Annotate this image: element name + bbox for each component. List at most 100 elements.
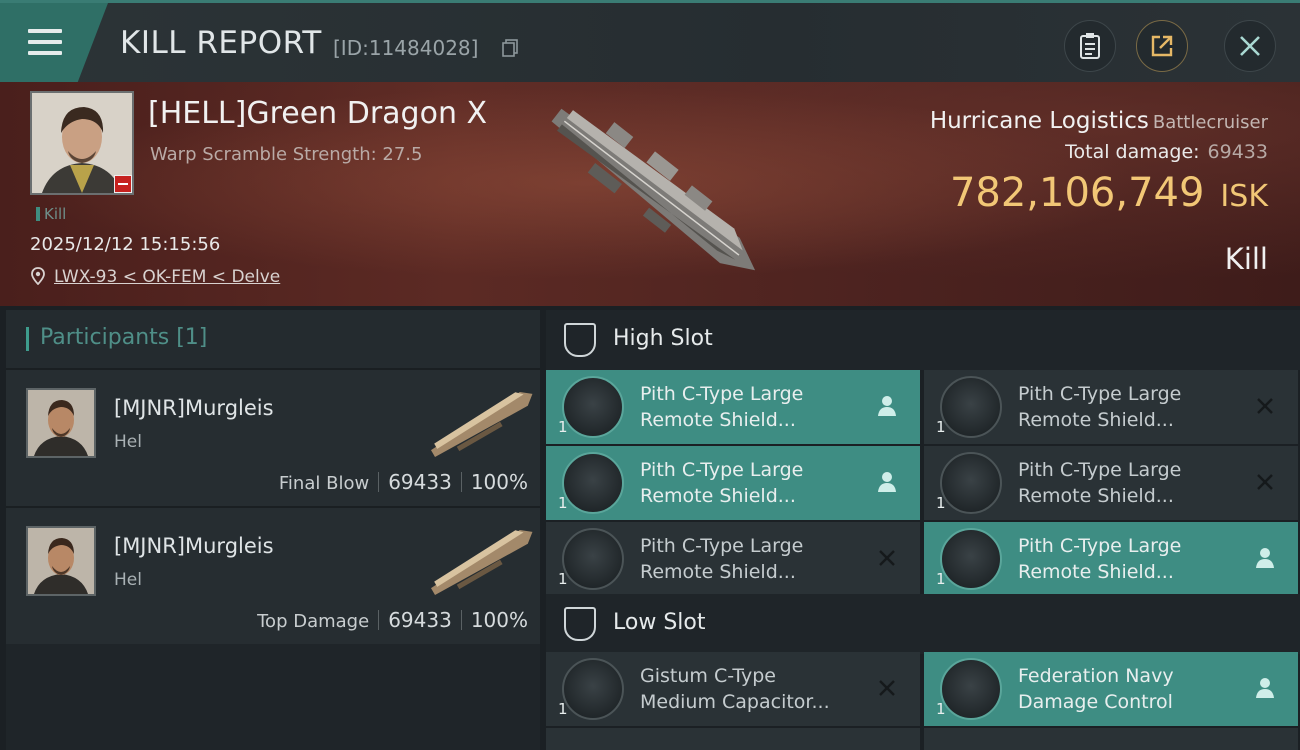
fitted-icon xyxy=(1256,548,1274,568)
low-slot-header: Low Slot xyxy=(546,594,1300,654)
module-name-line1: Gistum C-Type xyxy=(640,665,776,687)
destroyed-icon xyxy=(879,680,895,696)
avatar-icon xyxy=(28,390,94,456)
result-label: Kill xyxy=(1224,242,1268,276)
total-damage: Total damage: 69433 xyxy=(1065,141,1268,163)
module-name-line2: Medium Capacitor... xyxy=(640,691,830,713)
report-id: [ID:11484028] xyxy=(333,36,479,60)
kill-tag-label: Kill xyxy=(44,205,67,223)
module-name-line1: Pith C-Type Large xyxy=(640,535,804,557)
location-link[interactable]: LWX-93 < OK-FEM < Delve xyxy=(54,267,280,287)
isk-amount: 782,106,749 xyxy=(949,170,1205,216)
kill-tag: Kill xyxy=(36,205,66,223)
module-quantity: 1 xyxy=(558,418,568,436)
module-name-line1: Federation Navy xyxy=(1018,665,1174,687)
module-name: Pith C-Type Large Remote Shield... xyxy=(640,381,870,433)
module-quantity: 1 xyxy=(936,700,946,718)
page-title: KILL REPORT xyxy=(120,25,322,61)
participant-row[interactable]: [MJNR]Murgleis Hel Top Damage 69433 100% xyxy=(6,506,540,644)
fitted-icon xyxy=(878,396,896,416)
shield-module-icon xyxy=(940,528,1002,590)
participant-avatar[interactable] xyxy=(26,526,96,596)
module-name-line1: Pith C-Type Large xyxy=(1018,535,1182,557)
participant-damage: 69433 xyxy=(388,470,452,494)
shield-module-icon xyxy=(940,452,1002,514)
participants-title: Participants [1] xyxy=(40,325,208,350)
share-icon xyxy=(1151,35,1173,57)
fitted-icon xyxy=(878,472,896,492)
copy-icon[interactable] xyxy=(502,39,518,57)
destroyed-icon xyxy=(1257,398,1273,414)
module-name: Pith C-Type Large Remote Shield... xyxy=(1018,457,1248,509)
module-name: Pith C-Type Large Remote Shield... xyxy=(1018,381,1248,433)
avatar-icon xyxy=(28,528,94,594)
module-item[interactable]: 1 Pith C-Type Large Remote Shield... xyxy=(924,370,1298,444)
module-name-line1: Pith C-Type Large xyxy=(640,459,804,481)
participant-name[interactable]: [MJNR]Murgleis xyxy=(114,534,274,558)
share-button[interactable] xyxy=(1136,20,1188,72)
menu-icon xyxy=(28,29,62,55)
module-item[interactable]: 1 Pith C-Type Large Remote Shield... xyxy=(546,522,920,596)
module-item-partial[interactable] xyxy=(924,728,1298,750)
ship-name[interactable]: Hurricane Logistics xyxy=(930,108,1149,134)
participant-role: Final Blow xyxy=(278,473,370,494)
capacitor-module-icon xyxy=(562,658,624,720)
victim-ship: Hurricane Logistics Battlecruiser xyxy=(930,108,1268,134)
module-item[interactable]: 1 Pith C-Type Large Remote Shield... xyxy=(924,522,1298,596)
victim-name[interactable]: [HELL]Green Dragon X xyxy=(148,96,487,131)
module-name: Pith C-Type Large Remote Shield... xyxy=(640,457,870,509)
destroyed-icon xyxy=(879,550,895,566)
module-item[interactable]: 1 Pith C-Type Large Remote Shield... xyxy=(924,446,1298,520)
participant-row[interactable]: [MJNR]Murgleis Hel Final Blow 69433 100% xyxy=(6,368,540,506)
participants-header[interactable]: Participants [1] xyxy=(6,310,540,368)
module-name: Pith C-Type Large Remote Shield... xyxy=(1018,533,1248,585)
module-quantity: 1 xyxy=(558,700,568,718)
module-item[interactable]: 1 Pith C-Type Large Remote Shield... xyxy=(546,446,920,520)
module-item[interactable]: 1 Federation Navy Damage Control xyxy=(924,652,1298,726)
low-slot-label: Low Slot xyxy=(613,610,706,635)
fitted-icon xyxy=(1256,678,1274,698)
menu-button[interactable] xyxy=(0,3,108,82)
module-quantity: 1 xyxy=(936,570,946,588)
module-quantity: 1 xyxy=(558,494,568,512)
participant-ship: Hel xyxy=(114,432,142,452)
close-button[interactable] xyxy=(1224,20,1276,72)
isk-unit: ISK xyxy=(1220,179,1268,214)
module-name-line2: Remote Shield... xyxy=(640,561,796,583)
shield-module-icon xyxy=(562,376,624,438)
close-icon xyxy=(1240,36,1260,56)
damage-control-module-icon xyxy=(940,658,1002,720)
participant-percent: 100% xyxy=(470,608,528,632)
module-name-line2: Remote Shield... xyxy=(1018,485,1174,507)
high-slot-icon xyxy=(564,323,596,357)
participant-role: Top Damage xyxy=(257,611,370,632)
shield-module-icon xyxy=(562,452,624,514)
ship-class: Battlecruiser xyxy=(1152,112,1268,133)
destroyed-icon xyxy=(1257,474,1273,490)
participant-ship: Hel xyxy=(114,570,142,590)
kill-datetime: 2025/12/12 15:15:56 xyxy=(30,234,221,255)
participant-percent: 100% xyxy=(470,470,528,494)
module-name: Gistum C-Type Medium Capacitor... xyxy=(640,663,870,715)
module-item-partial[interactable] xyxy=(546,728,920,750)
high-slot-header: High Slot xyxy=(546,310,1300,370)
module-name-line2: Remote Shield... xyxy=(640,485,796,507)
module-name: Federation Navy Damage Control xyxy=(1018,663,1248,715)
participant-avatar[interactable] xyxy=(26,388,96,458)
clipboard-button[interactable] xyxy=(1064,20,1116,72)
module-item[interactable]: 1 Pith C-Type Large Remote Shield... xyxy=(546,370,920,444)
participant-name[interactable]: [MJNR]Murgleis xyxy=(114,396,274,420)
module-name-line1: Pith C-Type Large xyxy=(1018,383,1182,405)
module-name-line2: Remote Shield... xyxy=(1018,409,1174,431)
shield-module-icon xyxy=(940,376,1002,438)
module-name-line1: Pith C-Type Large xyxy=(1018,459,1182,481)
module-name-line2: Remote Shield... xyxy=(1018,561,1174,583)
isk-value: 782,106,749 ISK xyxy=(950,170,1268,216)
module-item[interactable]: 1 Gistum C-Type Medium Capacitor... xyxy=(546,652,920,726)
top-bar: KILL REPORT [ID:11484028] xyxy=(0,0,1300,82)
module-quantity: 1 xyxy=(936,494,946,512)
total-damage-value: 69433 xyxy=(1207,141,1268,163)
module-name-line2: Remote Shield... xyxy=(640,409,796,431)
module-quantity: 1 xyxy=(558,570,568,588)
module-name-line2: Damage Control xyxy=(1018,691,1173,713)
